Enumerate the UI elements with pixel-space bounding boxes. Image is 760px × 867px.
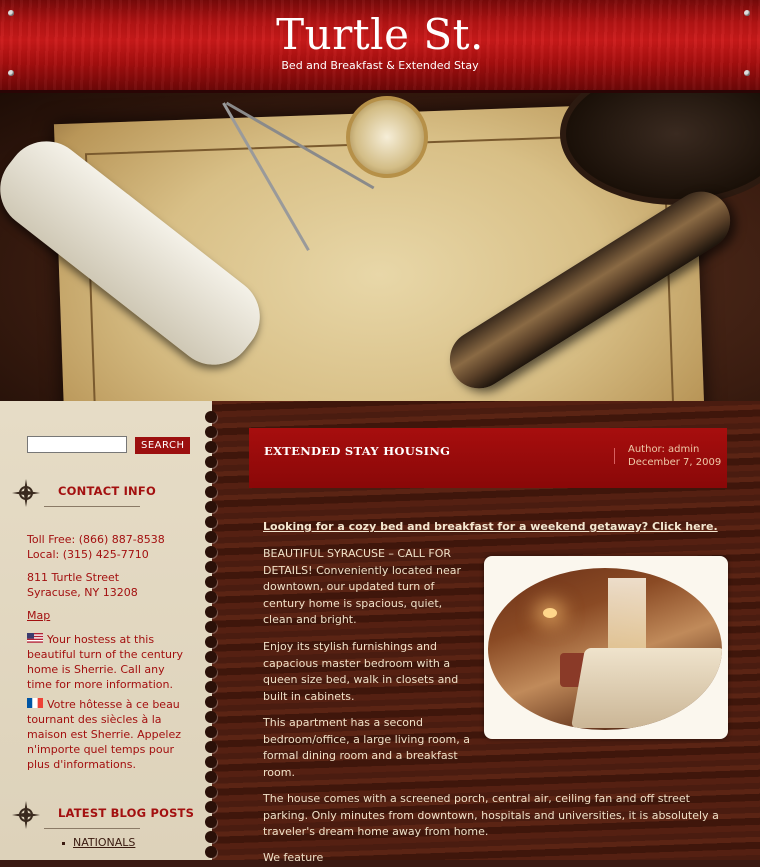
binding-hole: [205, 426, 217, 438]
search-input[interactable]: [27, 436, 127, 453]
contact-info-heading: CONTACT INFO: [58, 484, 156, 498]
binding-hole: [205, 666, 217, 678]
site-title[interactable]: Turtle St.: [0, 10, 760, 59]
site-header: Turtle St. Bed and Breakfast & Extended …: [0, 0, 760, 93]
binding-hole: [205, 621, 217, 633]
english-note: Your hostess at this beautiful turn of t…: [27, 632, 187, 692]
latest-blog-posts-heading: LATEST BLOG POSTS: [58, 806, 195, 820]
binding-hole: [205, 411, 217, 423]
binding-hole: [205, 456, 217, 468]
window-illustration: [608, 578, 646, 648]
bed-illustration: [570, 648, 722, 728]
divider: [614, 448, 615, 464]
address-line1: 811 Turtle Street: [27, 571, 120, 584]
bullet-icon: [62, 841, 65, 845]
binding-hole: [205, 606, 217, 618]
map-link[interactable]: Map: [27, 608, 50, 623]
compass-rose-icon: [12, 801, 40, 829]
binding-hole: [205, 486, 217, 498]
post-paragraph: We feature: [263, 851, 324, 864]
post-paragraph: Enjoy its stylish furnishings and capaci…: [263, 640, 459, 703]
bedroom-photo: [488, 568, 722, 730]
binding-hole: [205, 831, 217, 843]
binding-hole: [205, 711, 217, 723]
binding-hole: [205, 561, 217, 573]
search-button[interactable]: SEARCH: [135, 437, 190, 454]
french-note: Votre hôtesse à ce beau tournant des siè…: [27, 697, 197, 772]
compass-illustration: [346, 96, 428, 178]
binding-hole: [205, 696, 217, 708]
binding-hole: [205, 531, 217, 543]
divider: [44, 506, 140, 507]
binding-hole: [205, 846, 217, 858]
post-paragraph: This apartment has a second bedroom/offi…: [263, 716, 470, 779]
binding-hole: [205, 591, 217, 603]
english-note-text: Your hostess at this beautiful turn of t…: [27, 633, 184, 691]
post-paragraph: BEAUTIFUL SYRACUSE – CALL FOR DETAILS! C…: [263, 547, 462, 626]
post-date: December 7, 2009: [628, 457, 722, 468]
blog-post-link[interactable]: NATIONALS: [73, 836, 135, 849]
binding-hole: [205, 651, 217, 663]
local-phone: Local: (315) 425-7710: [27, 548, 149, 561]
binding-hole: [205, 741, 217, 753]
post-paragraph: The house comes with a screened porch, c…: [263, 792, 719, 838]
address-line2: Syracuse, NY 13208: [27, 586, 138, 599]
binding-hole: [205, 756, 217, 768]
binding-hole: [205, 501, 217, 513]
binding-hole: [205, 726, 217, 738]
binding-hole: [205, 441, 217, 453]
binding-hole: [205, 816, 217, 828]
post-author: Author: admin: [628, 444, 700, 455]
post-meta: Author: admin December 7, 2009: [628, 443, 721, 469]
divider: [44, 828, 140, 829]
compass-rose-icon: [12, 479, 40, 507]
binding-hole: [205, 636, 217, 648]
france-flag-icon: [27, 698, 43, 708]
bedroom-photo-frame: [484, 556, 728, 739]
notebook-binding: [205, 405, 219, 860]
binding-hole: [205, 576, 217, 588]
binding-hole: [205, 546, 217, 558]
post-header: EXTENDED STAY HOUSING Author: admin Dece…: [249, 428, 727, 488]
hero-image: [0, 93, 760, 401]
binding-hole: [205, 771, 217, 783]
french-note-text: Votre hôtesse à ce beau tournant des siè…: [27, 698, 181, 771]
toll-free-phone: Toll Free: (866) 887-8538: [27, 533, 165, 546]
post-title[interactable]: EXTENDED STAY HOUSING: [264, 444, 450, 458]
binding-hole: [205, 471, 217, 483]
sidebar: [0, 401, 212, 860]
binding-hole: [205, 516, 217, 528]
blog-list-item: NATIONALS: [62, 836, 135, 849]
binding-hole: [205, 786, 217, 798]
lamp-illustration: [543, 608, 557, 618]
bed-and-breakfast-link[interactable]: Looking for a cozy bed and breakfast for…: [263, 520, 718, 533]
site-tagline: Bed and Breakfast & Extended Stay: [281, 59, 479, 72]
us-flag-icon: [27, 633, 43, 643]
binding-hole: [205, 801, 217, 813]
binding-hole: [205, 681, 217, 693]
